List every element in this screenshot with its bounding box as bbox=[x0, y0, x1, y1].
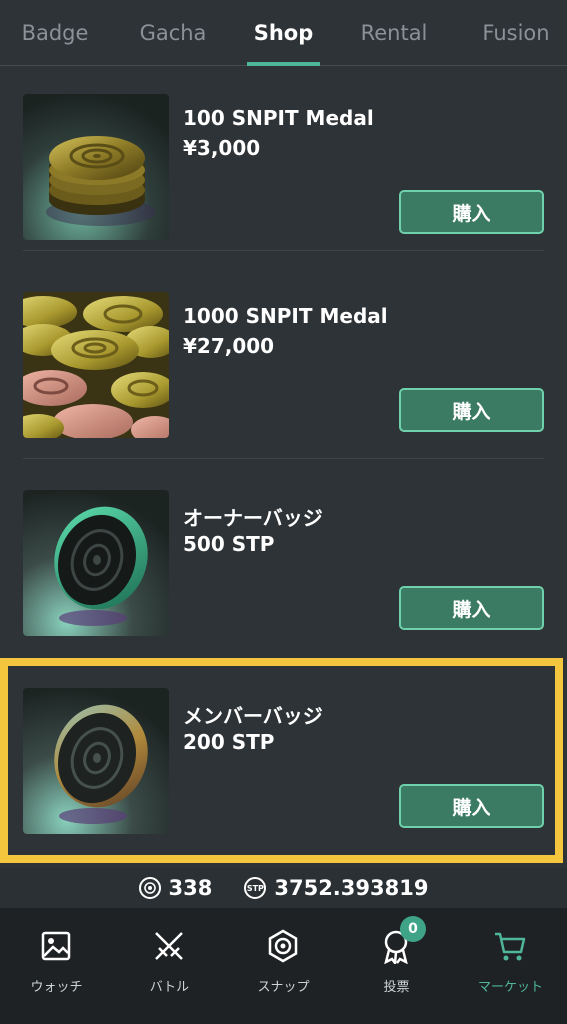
shop-item-owner-badge: オーナーバッジ 500 STP 購入 bbox=[23, 490, 544, 638]
vote-count-badge: 0 bbox=[400, 916, 426, 942]
nav-label: バトル bbox=[149, 980, 190, 995]
balance-bar: 338 STP 3752.393819 bbox=[0, 868, 567, 908]
divider bbox=[23, 458, 544, 459]
medal-pile-image bbox=[23, 292, 169, 438]
image-icon bbox=[38, 928, 74, 964]
nav-vote[interactable]: 0 投票 bbox=[340, 908, 453, 1024]
stp-amount: 3752.393819 bbox=[274, 876, 429, 900]
bottom-nav: ウォッチ バトル スナップ 0 投票 マーケット bbox=[0, 908, 567, 1024]
medal-stack-image bbox=[23, 94, 169, 240]
item-price: 200 STP bbox=[183, 730, 275, 754]
tab-label: Badge bbox=[21, 21, 89, 45]
tab-label: Fusion bbox=[482, 21, 550, 45]
shop-item-member-badge: メンバーバッジ 200 STP 購入 bbox=[23, 688, 544, 836]
top-tab-bar: Badge Gacha Shop Rental Fusion bbox=[0, 0, 567, 66]
tab-badge[interactable]: Badge bbox=[0, 0, 110, 66]
item-price: ¥27,000 bbox=[183, 334, 275, 358]
tab-label: Shop bbox=[253, 21, 314, 45]
nav-label: 投票 bbox=[383, 980, 410, 995]
item-name: オーナーバッジ bbox=[183, 506, 323, 530]
shop-item-100-medal: 100 SNPIT Medal ¥3,000 購入 bbox=[23, 94, 544, 242]
medal-balance: 338 bbox=[138, 876, 213, 900]
nav-watch[interactable]: ウォッチ bbox=[0, 908, 113, 1024]
buy-button[interactable]: 購入 bbox=[399, 190, 544, 234]
item-price: 500 STP bbox=[183, 532, 275, 556]
tab-fusion[interactable]: Fusion bbox=[465, 0, 567, 66]
nav-label: マーケット bbox=[477, 980, 543, 995]
buy-button[interactable]: 購入 bbox=[399, 388, 544, 432]
item-name: メンバーバッジ bbox=[183, 704, 323, 728]
item-name: 1000 SNPIT Medal bbox=[183, 304, 388, 328]
nav-market[interactable]: マーケット bbox=[454, 908, 567, 1024]
item-name: 100 SNPIT Medal bbox=[183, 106, 374, 130]
nav-battle[interactable]: バトル bbox=[113, 908, 226, 1024]
buy-button[interactable]: 購入 bbox=[399, 784, 544, 828]
camera-lens-icon bbox=[265, 928, 301, 964]
medal-count: 338 bbox=[168, 876, 213, 900]
medal-coin-icon bbox=[138, 877, 161, 899]
swords-icon bbox=[151, 928, 187, 964]
cart-icon bbox=[492, 928, 528, 964]
item-price: ¥3,000 bbox=[183, 136, 261, 160]
tab-label: Gacha bbox=[139, 21, 207, 45]
nav-label: ウォッチ bbox=[30, 980, 83, 995]
shop-item-1000-medal: 1000 SNPIT Medal ¥27,000 購入 bbox=[23, 292, 544, 440]
divider bbox=[23, 250, 544, 251]
buy-button[interactable]: 購入 bbox=[399, 586, 544, 630]
tab-shop[interactable]: Shop bbox=[247, 0, 320, 66]
tab-rental[interactable]: Rental bbox=[340, 0, 448, 66]
stp-balance: STP 3752.393819 bbox=[244, 876, 428, 900]
nav-label: スナップ bbox=[257, 980, 310, 995]
tab-gacha[interactable]: Gacha bbox=[118, 0, 228, 66]
owner-badge-image bbox=[23, 490, 169, 636]
nav-snap[interactable]: スナップ bbox=[227, 908, 340, 1024]
tab-label: Rental bbox=[360, 21, 428, 45]
stp-coin-icon: STP bbox=[244, 877, 267, 899]
active-tab-indicator bbox=[247, 62, 320, 66]
member-badge-image bbox=[23, 688, 169, 834]
